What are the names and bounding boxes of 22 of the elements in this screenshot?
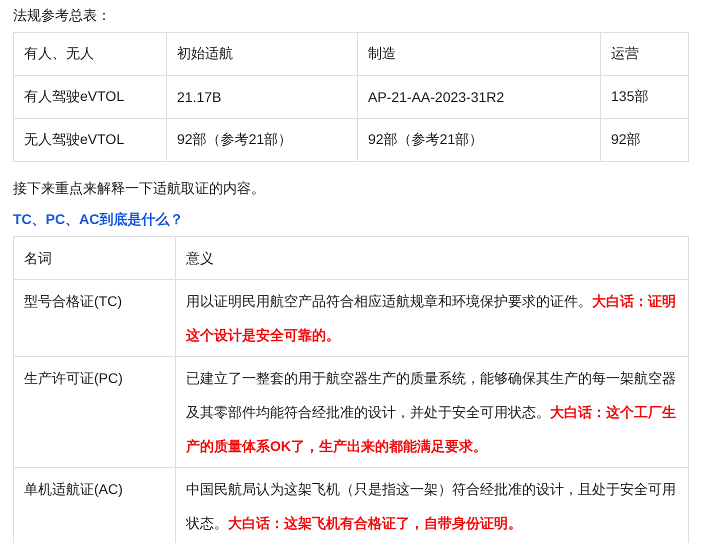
table-cell: 21.17B (166, 76, 358, 118)
intro-text: 法规参考总表： (13, 6, 112, 25)
table-cell: 单机适航证(AC) (14, 468, 176, 543)
table-cell: 用以证明民用航空产品符合相应适航规章和环境保护要求的证件。大白话：证明这个设计是安全可靠的。 (176, 280, 688, 356)
header-cell: 初始适航 (166, 32, 358, 76)
table-cell: 生产许可证(PC) (14, 356, 176, 468)
table-cell: 92部 (600, 118, 688, 162)
table-cell: 92部（参考21部） (166, 118, 358, 162)
table-cell: 有人驾驶eVTOL (14, 76, 166, 118)
section-heading: TC、PC、AC到底是什么？ (13, 210, 184, 229)
header-cell: 运营 (600, 32, 688, 76)
paragraph-text: 接下来重点来解释一下适航取证的内容。 (13, 179, 266, 198)
header-cell: 有人、无人 (14, 32, 166, 76)
table-cell: 已建立了一整套的用于航空器生产的质量系统，能够确保其生产的每一架航空器及其零部件均能符合经批准的设计，并处于安全可用状态。大白话：这个工厂生产的质量体系OK了，生产出来的都能满足要求。 (176, 356, 688, 468)
header-cell: 意义 (176, 236, 688, 280)
header-cell: 制造 (358, 32, 600, 76)
table-cell: 型号合格证(TC) (14, 280, 176, 356)
table-cell: 135部 (600, 76, 688, 118)
header-cell: 名词 (14, 236, 176, 280)
table-cell: 92部（参考21部） (358, 118, 600, 162)
table-cell: 无人驾驶eVTOL (14, 118, 166, 162)
table-cell: AP-21-AA-2023-31R2 (358, 76, 600, 118)
